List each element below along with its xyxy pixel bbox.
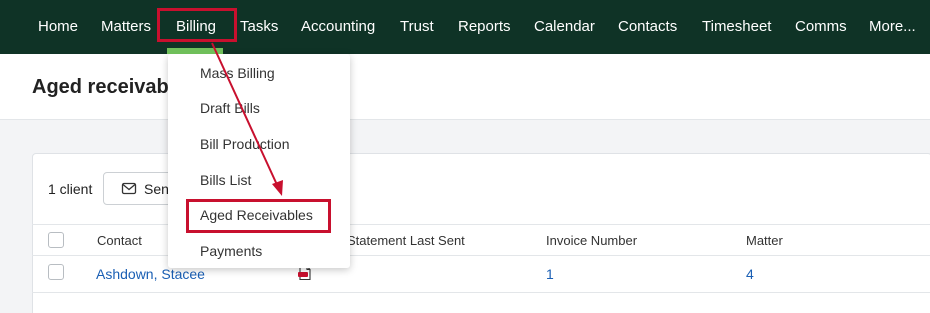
menu-item-payments[interactable]: Payments xyxy=(200,243,262,259)
nav-matters[interactable]: Matters xyxy=(101,0,151,54)
nav-comms[interactable]: Comms xyxy=(795,0,847,54)
row-invoice-number-link[interactable]: 1 xyxy=(546,266,554,282)
nav-timesheet[interactable]: Timesheet xyxy=(702,0,771,54)
select-all-checkbox[interactable] xyxy=(48,232,64,248)
table-header xyxy=(32,224,930,256)
menu-item-draft-bills[interactable]: Draft Bills xyxy=(200,100,260,116)
column-header-statement-last-sent[interactable]: Statement Last Sent xyxy=(347,233,465,248)
nav-reports[interactable]: Reports xyxy=(458,0,511,54)
nav-calendar[interactable]: Calendar xyxy=(534,0,595,54)
row-checkbox[interactable] xyxy=(48,264,64,280)
menu-item-mass-billing[interactable]: Mass Billing xyxy=(200,65,275,81)
mail-icon xyxy=(121,182,137,195)
column-header-invoice-number[interactable]: Invoice Number xyxy=(546,233,637,248)
menu-item-bills-list[interactable]: Bills List xyxy=(200,172,251,188)
nav-tasks[interactable]: Tasks xyxy=(240,0,278,54)
nav-billing-active-indicator xyxy=(167,48,223,54)
billing-annotation-box xyxy=(157,8,237,42)
row-matter-link[interactable]: 4 xyxy=(746,266,754,282)
top-navigation-bar: Home Matters Billing Tasks Accounting Tr… xyxy=(0,0,930,54)
aged-receivables-annotation-box xyxy=(186,199,331,233)
billing-dropdown-menu: Mass Billing Draft Bills Bill Production… xyxy=(168,54,350,268)
nav-trust[interactable]: Trust xyxy=(400,0,434,54)
nav-more[interactable]: More... xyxy=(869,0,916,54)
nav-accounting[interactable]: Accounting xyxy=(301,0,375,54)
menu-item-bill-production[interactable]: Bill Production xyxy=(200,136,290,152)
column-header-matter[interactable]: Matter xyxy=(746,233,783,248)
client-count: 1 client xyxy=(48,181,93,197)
nav-home[interactable]: Home xyxy=(38,0,78,54)
nav-contacts[interactable]: Contacts xyxy=(618,0,677,54)
row-contact-link[interactable]: Ashdown, Stacee xyxy=(96,266,205,282)
column-header-contact[interactable]: Contact xyxy=(97,233,142,248)
page-header: Aged receivables xyxy=(0,54,930,120)
